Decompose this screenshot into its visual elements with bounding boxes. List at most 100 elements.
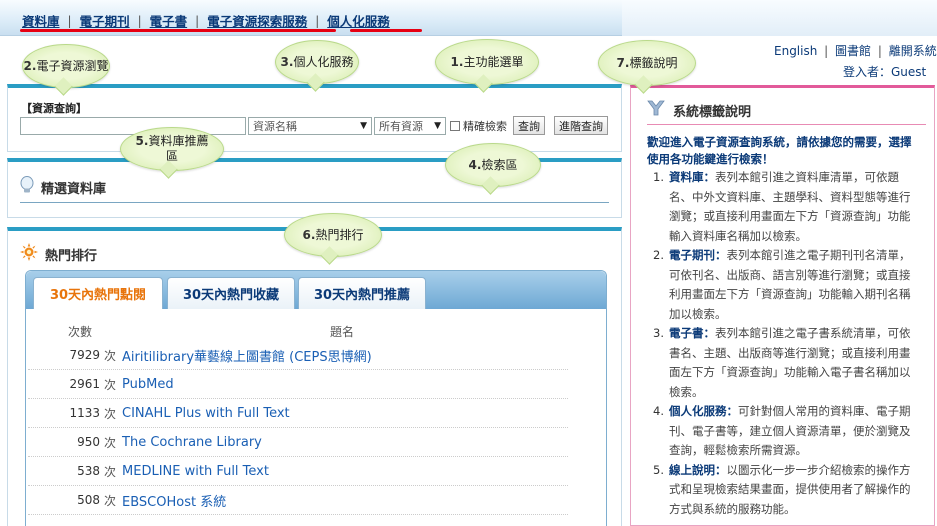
callout-recommend: 5.資料庫推薦區 (120, 127, 224, 171)
ranking-title-link[interactable]: PubMed (122, 377, 174, 392)
help-title-text: 系統標籤說明 (673, 104, 752, 120)
ranking-title-link[interactable]: EBSCOHost 系統 (122, 491, 226, 510)
scope-select-value: 所有資源 (379, 119, 423, 133)
help-item-number: 4. (653, 404, 664, 418)
ranking-title-link[interactable]: The Cochrane Library (122, 435, 262, 450)
link-separator: | (824, 44, 829, 58)
callout-number: 6. (302, 227, 316, 242)
ranking-unit: 次 (104, 493, 117, 508)
top-banner-right (622, 0, 937, 36)
featured-title: 精選資料庫 (20, 176, 106, 198)
ranking-count: 508 (77, 493, 100, 507)
nav-databases[interactable]: 資料庫 (22, 11, 60, 30)
nav-ejournals[interactable]: 電子期刊 (80, 11, 130, 30)
ranking-tabs-strip: 30天內熱門點閱 30天內熱門收藏 30天內熱門推薦 (26, 271, 606, 309)
ranking-row: 1133 次 CINAHL Plus with Full Text (28, 399, 568, 428)
ranking-unit: 次 (104, 435, 117, 450)
callout-search-area: 4.檢索區 (445, 143, 541, 187)
nav-separator: | (195, 13, 200, 28)
help-item-term: 電子期刊： (669, 248, 727, 262)
main-nav-items: 資料庫 | 電子期刊 | 電子書 | 電子資源探索服務 | 個人化服務 (22, 11, 390, 30)
tab-hot-views[interactable]: 30天內熱門點閱 (33, 277, 163, 309)
nav-ebooks[interactable]: 電子書 (150, 11, 188, 30)
callout-hot-ranking: 6.熱門排行 (284, 213, 382, 257)
scope-select[interactable]: 所有資源 ▼ (374, 116, 446, 135)
help-intro: 歡迎進入電子資源查詢系統，請依據您的需要，選擇使用各功能鍵進行檢索！ (647, 135, 912, 166)
exact-search-label: 精確檢索 (463, 119, 507, 133)
nav-personal-service[interactable]: 個人化服務 (327, 11, 390, 30)
ranking-title-link[interactable]: CINAHL Plus with Full Text (122, 406, 290, 421)
annotation-underline-browse (20, 29, 336, 32)
advanced-search-button[interactable]: 進階查詢 (554, 116, 608, 135)
featured-title-text: 精選資料庫 (41, 181, 107, 197)
header-links: English | 圖書館 | 離開系統 (774, 42, 937, 59)
help-item: 4. 個人化服務：可針對個人常用的資料庫、電子期刊、電子書等，建立個人資源清單，… (653, 402, 921, 461)
ranking-row: 508 次 EBSCOHost 系統 (28, 486, 568, 515)
callout-number: 7. (616, 55, 630, 70)
ranking-count: 950 (77, 435, 100, 449)
callout-number: 2. (23, 58, 37, 73)
english-link[interactable]: English (774, 44, 817, 58)
ranking-title-link[interactable]: MEDLINE with Full Text (122, 464, 269, 479)
search-row: 資源名稱 ▼ 所有資源 ▼ 精確檢索 查詢 進階查詢 (20, 116, 608, 135)
hot-title: 熱門排行 (20, 243, 97, 265)
logout-link[interactable]: 離開系統 (889, 44, 937, 58)
chevron-down-icon: ▼ (434, 120, 441, 131)
library-link[interactable]: 圖書館 (835, 44, 871, 58)
callout-text: 檢索區 (481, 157, 518, 172)
ranking-title-link[interactable]: Airitilibrary華藝線上圖書館 (CEPS思博網) (122, 346, 372, 365)
help-item-number: 5. (653, 462, 664, 477)
callout-number: 3. (280, 54, 294, 69)
help-title: 系統標籤說明 (647, 100, 751, 120)
tab-hot-favorites[interactable]: 30天內熱門收藏 (167, 277, 295, 309)
column-header-count: 次數 (68, 325, 93, 339)
ranking-count: 2961 (69, 377, 100, 391)
help-item-term: 線上說明： (669, 462, 727, 477)
ranking-row: 950 次 The Cochrane Library (28, 428, 568, 457)
callout-text: 標籤說明 (629, 55, 678, 70)
ranking-unit: 次 (104, 464, 117, 479)
ranking-row: 2961 次 PubMed (28, 370, 568, 399)
help-item: 5. 線上說明：以圖示化一步一步介紹檢索的操作方式和呈現檢索結果畫面，提供使用者… (653, 461, 921, 520)
help-item-term: 個人化服務： (669, 404, 738, 418)
callout-text: 個人化服務 (293, 54, 354, 69)
help-list: 1. 資料庫：表列本館引進之資料庫清單，可依題名、中外文資料庫、主題學科、資料型… (653, 168, 921, 519)
field-select-value: 資源名稱 (253, 119, 297, 133)
lightbulb-icon (20, 176, 34, 198)
search-label: 【資源查詢】 (21, 102, 87, 115)
field-select[interactable]: 資源名稱 ▼ (248, 116, 372, 135)
tab-hot-recommended[interactable]: 30天內熱門推薦 (298, 277, 426, 309)
callout-text: 電子資源瀏覽 (36, 58, 109, 73)
search-input[interactable] (20, 116, 246, 135)
annotation-underline-personal (350, 29, 422, 32)
callout-main-menu: 1.主功能選單 (435, 39, 539, 85)
help-item: 2. 電子期刊：表列本館引進之電子期刊刊名清單，可依刊名、出版商、語言別等進行瀏… (653, 246, 921, 324)
help-item-number: 2. (653, 248, 664, 262)
chevron-down-icon: ▼ (360, 120, 367, 131)
hot-ranking-panel: 熱門排行 30天內熱門點閱 30天內熱門收藏 30天內熱門推薦 次數 題名 79… (7, 227, 622, 526)
column-header-title: 題名 (330, 325, 355, 339)
ranking-unit: 次 (104, 406, 117, 421)
ranking-count: 7929 (69, 348, 100, 362)
exact-search-checkbox[interactable] (450, 120, 460, 131)
callout-text: 資料庫推薦區 (148, 134, 209, 163)
hot-title-text: 熱門排行 (45, 248, 98, 264)
callout-text: 熱門排行 (315, 227, 364, 242)
nav-discovery-service[interactable]: 電子資源探索服務 (207, 11, 307, 30)
login-status: 登入者：Guest (843, 65, 927, 79)
callout-number: 4. (468, 157, 482, 172)
tag-icon (647, 100, 665, 120)
ranking-count: 538 (77, 464, 100, 478)
search-button[interactable]: 查詢 (513, 116, 545, 135)
help-item: 3. 電子書：表列本館引進之電子書系統清單，可依書名、主題、出版商等進行瀏覽；或… (653, 324, 921, 402)
featured-divider (20, 202, 609, 203)
ranking-row: 538 次 MEDLINE with Full Text (28, 457, 568, 486)
callout-number: 1. (450, 54, 464, 69)
help-item-number: 3. (653, 326, 664, 340)
nav-separator: | (67, 13, 72, 28)
ranking-row: 7929 次 Airitilibrary華藝線上圖書館 (CEPS思博網) (28, 341, 568, 370)
callout-number: 5. (135, 134, 149, 148)
help-panel: 系統標籤說明 歡迎進入電子資源查詢系統，請依據您的需要，選擇使用各功能鍵進行檢索… (630, 85, 935, 526)
callout-browse: 2.電子資源瀏覽 (22, 44, 110, 88)
ranking-unit: 次 (104, 348, 117, 363)
